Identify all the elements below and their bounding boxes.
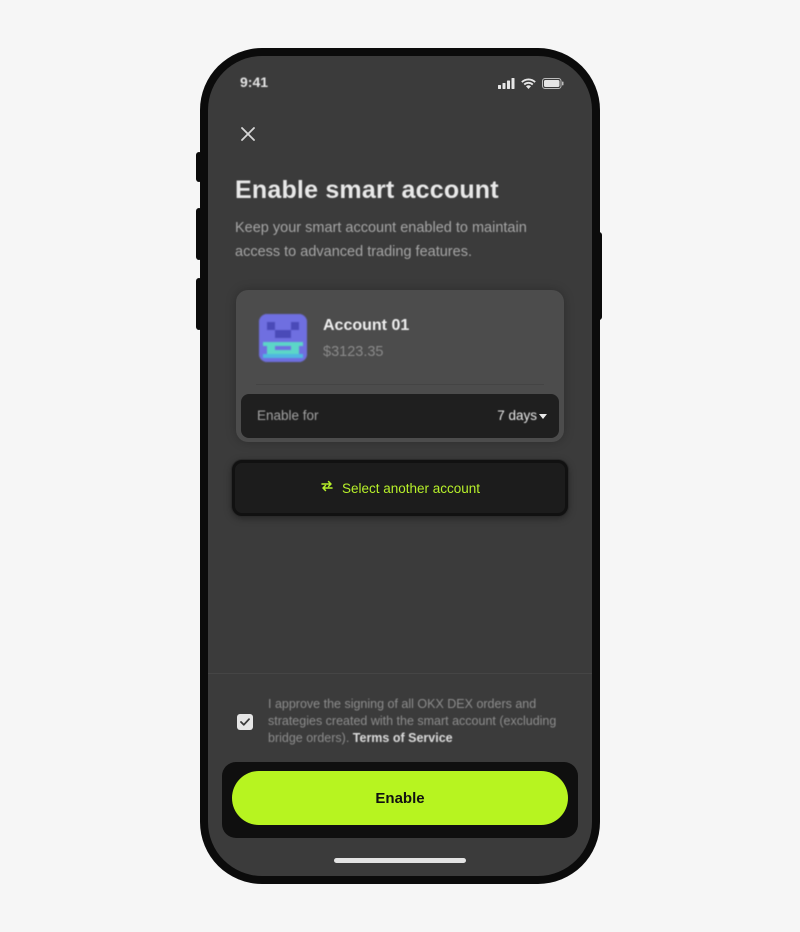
consent-row: I approve the signing of all OKX DEX ord…	[234, 694, 574, 750]
account-card: Account 01 $3123.35 Enable for 7 days	[236, 290, 564, 442]
account-balance: $3123.35	[323, 344, 384, 360]
enable-duration-value: 7 days	[497, 408, 537, 423]
page-subtitle: Keep your smart account enabled to maint…	[235, 220, 527, 260]
canvas: 9:41 Enable smart account Keep your smar…	[0, 0, 800, 932]
phone-frame: 9:41 Enable smart account Keep your smar…	[200, 48, 600, 884]
footer-divider	[208, 673, 592, 674]
terms-of-service-link[interactable]: Terms of Service	[353, 731, 453, 745]
close-icon	[240, 126, 256, 147]
battery-icon	[542, 76, 564, 94]
page-title: Enable smart account	[235, 176, 499, 204]
phone-screen: 9:41 Enable smart account Keep your smar…	[208, 56, 592, 876]
wifi-icon	[521, 76, 536, 94]
account-name: Account 01	[323, 317, 410, 334]
enable-button[interactable]: Enable	[232, 771, 568, 825]
chevron-down-icon	[539, 414, 547, 419]
enable-duration-select[interactable]: Enable for 7 days	[241, 394, 559, 438]
swap-arrows-icon	[320, 479, 334, 498]
select-another-account-button[interactable]: Select another account	[232, 460, 568, 516]
primary-action-container: Enable	[222, 762, 578, 838]
check-icon	[240, 713, 250, 731]
card-divider	[256, 384, 544, 385]
enable-duration-label: Enable for	[257, 408, 319, 423]
select-another-account-label: Select another account	[341, 480, 481, 496]
consent-text: I approve the signing of all OKX DEX ord…	[268, 696, 568, 747]
status-icons	[498, 76, 564, 94]
consent-checkbox[interactable]	[237, 714, 253, 730]
status-bar: 9:41	[208, 56, 592, 106]
home-indicator	[334, 858, 466, 863]
status-time: 9:41	[240, 74, 269, 90]
account-avatar	[259, 314, 307, 362]
close-button[interactable]	[236, 124, 260, 148]
cellular-signal-icon	[498, 76, 515, 94]
